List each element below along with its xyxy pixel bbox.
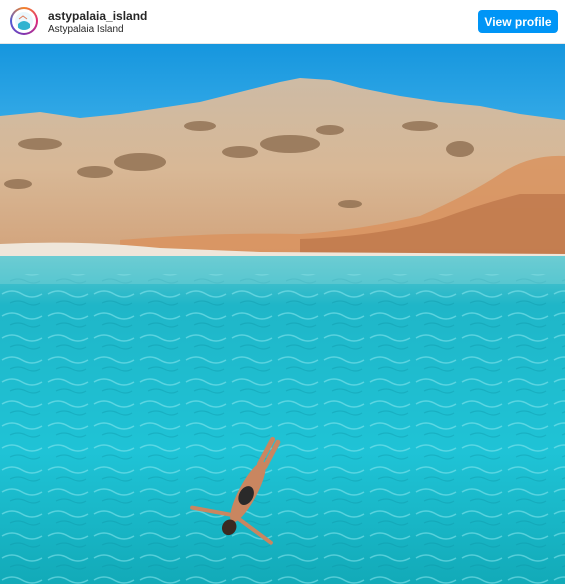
instagram-embed: astypalaia_island Astypalaia Island View… [0,0,565,584]
profile-avatar-icon [15,12,33,30]
view-profile-button[interactable]: View profile [478,10,558,33]
profile-avatar[interactable] [10,7,38,35]
post-location[interactable]: Astypalaia Island [48,24,124,35]
post-header: astypalaia_island Astypalaia Island View… [0,0,565,44]
profile-username[interactable]: astypalaia_island [48,9,147,23]
beach-swimmer-photo [0,44,565,584]
post-image[interactable] [0,44,565,584]
